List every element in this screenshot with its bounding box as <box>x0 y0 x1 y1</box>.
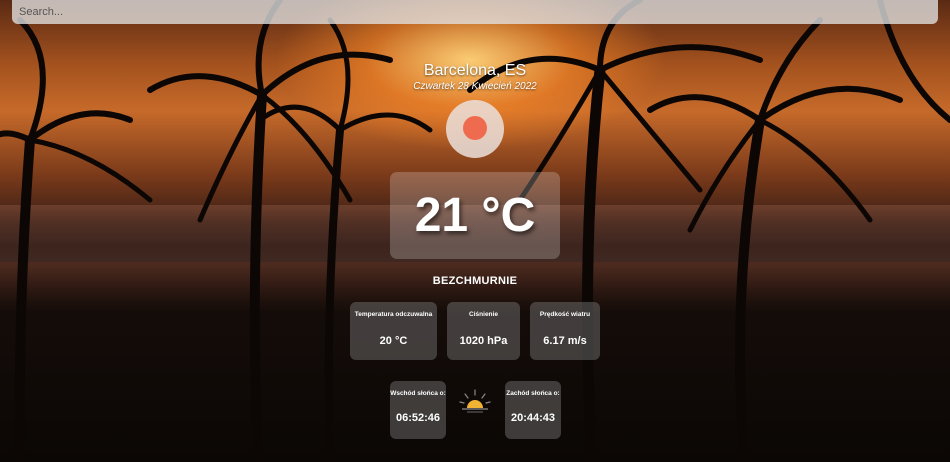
sunset-time: 20:44:43 <box>510 412 556 424</box>
search-input[interactable] <box>12 0 938 24</box>
pressure-value: 1020 hPa <box>459 335 508 347</box>
clear-sky-sun-icon <box>446 100 504 158</box>
pressure-card: Ciśnienie 1020 hPa <box>447 302 520 360</box>
wind-speed-value: 6.17 m/s <box>543 335 587 347</box>
current-date: Czwartek 28 Kwiecień 2022 <box>413 81 537 92</box>
sunset-label: Zachód słońca o: <box>506 390 560 397</box>
temperature-panel: 21 °C <box>390 172 560 259</box>
feels-like-card: Temperatura odczuwalna 20 °C <box>350 302 437 360</box>
weather-condition: BEZCHMURNIE <box>432 275 518 287</box>
temperature-value: 21 °C <box>414 189 536 242</box>
wind-speed-label: Prędkość wiatru <box>539 311 591 318</box>
sunrise-card: Wschód słońca o: 06:52:46 <box>390 381 446 439</box>
wind-speed-card: Prędkość wiatru 6.17 m/s <box>530 302 600 360</box>
search-bar[interactable] <box>12 0 938 24</box>
feels-like-value: 20 °C <box>379 335 408 347</box>
sunrise-label: Wschód słońca o: <box>390 390 446 397</box>
sunrise-icon <box>459 389 491 413</box>
sunrise-time: 06:52:46 <box>395 412 441 424</box>
sun-dot <box>463 116 487 140</box>
feels-like-label: Temperatura odczuwalna <box>354 311 433 318</box>
sunset-card: Zachód słońca o: 20:44:43 <box>505 381 561 439</box>
pressure-label: Ciśnienie <box>469 311 498 318</box>
city-name: Barcelona, ES <box>423 62 527 79</box>
